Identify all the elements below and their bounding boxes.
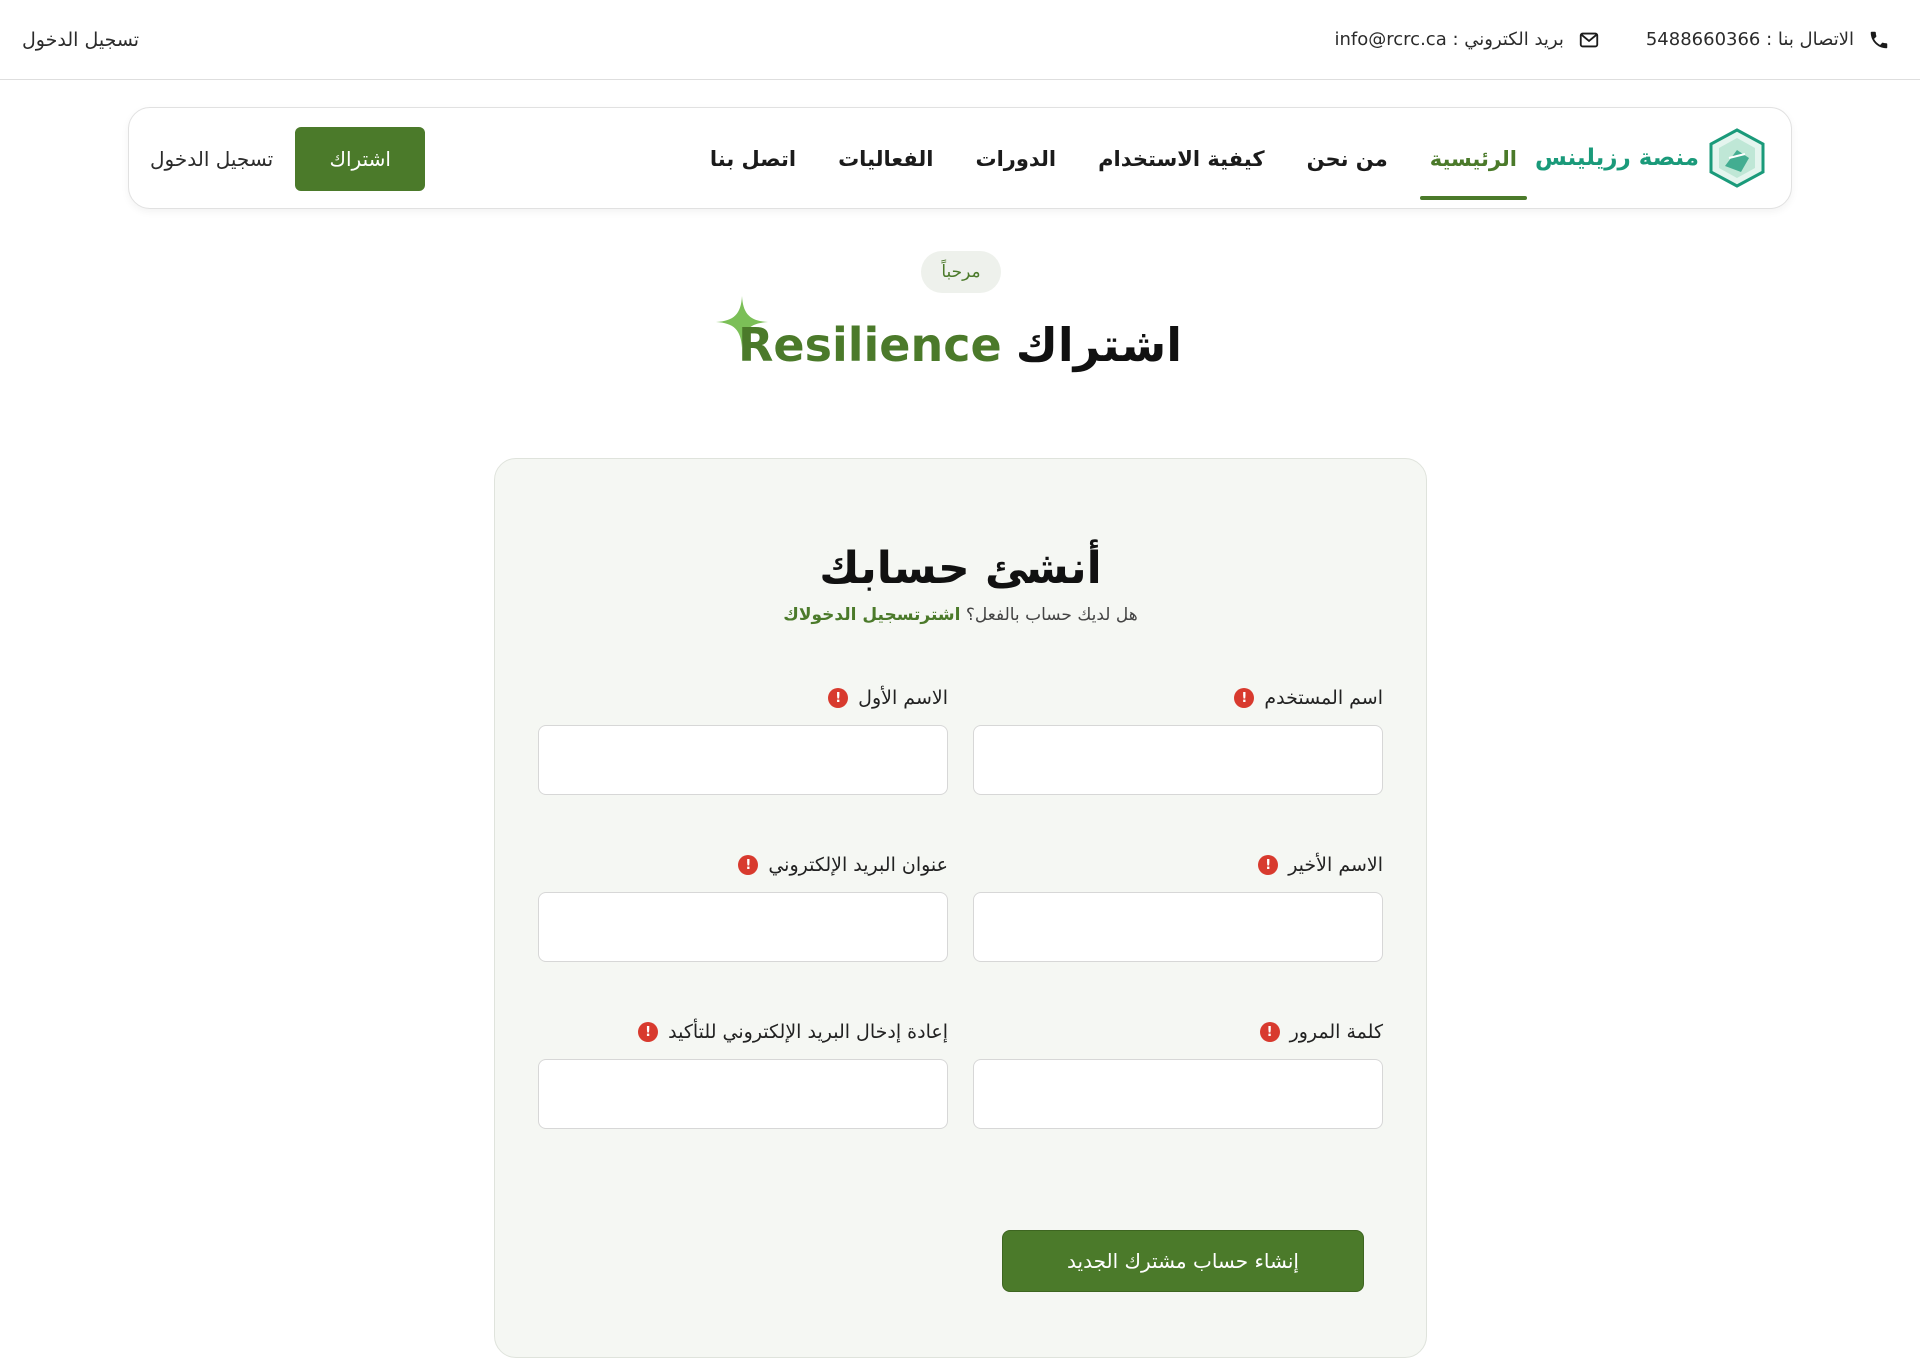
top-login-link[interactable]: تسجيل الدخول bbox=[22, 29, 139, 51]
phone-icon bbox=[1870, 31, 1888, 48]
email-field-group: عنوان البريد الإلكتروني ! bbox=[538, 850, 948, 962]
signup-form-card: أنشئ حسابك هل لديك حساب بالفعل؟ اشترتسجي… bbox=[494, 458, 1427, 1358]
welcome-badge: مرحباً bbox=[921, 251, 1001, 293]
email-contact[interactable]: بريد الكتروني : info@rcrc.ca bbox=[1335, 29, 1600, 51]
required-alert-icon: ! bbox=[1259, 1022, 1280, 1042]
last-name-input[interactable] bbox=[973, 892, 1383, 962]
contact-info: الاتصال بنا : 5488660366 بريد الكتروني :… bbox=[1335, 29, 1890, 51]
email-confirm-label: إعادة إدخال البريد الإلكتروني للتأكيد bbox=[668, 1021, 948, 1043]
last-name-label: الاسم الأخير bbox=[1288, 854, 1383, 876]
first-name-input[interactable] bbox=[538, 725, 948, 795]
logo-text: منصة رزيلينس bbox=[1534, 145, 1699, 171]
email-confirm-field-group: إعادة إدخال البريد الإلكتروني للتأكيد ! bbox=[538, 1017, 948, 1129]
first-name-label: الاسم الأول bbox=[858, 687, 948, 709]
logo-icon bbox=[1709, 128, 1765, 188]
required-alert-icon: ! bbox=[1234, 688, 1255, 708]
password-input[interactable] bbox=[973, 1059, 1383, 1129]
page-title-english: Resilience bbox=[737, 318, 1002, 372]
nav-item-courses[interactable]: الدورات bbox=[965, 108, 1066, 210]
site-logo[interactable]: منصة رزيلينس bbox=[1535, 128, 1769, 188]
form-subtitle: هل لديك حساب بالفعل؟ اشترتسجيل الدخولاك bbox=[495, 605, 1426, 625]
create-account-button[interactable]: إنشاء حساب مشترك الجديد bbox=[1002, 1230, 1364, 1292]
form-title: أنشئ حسابك bbox=[819, 543, 1102, 594]
main-navbar: منصة رزيلينس الرئيسية من نحن كيفية الاست… bbox=[128, 107, 1792, 209]
nav-actions: تسجيل الدخول اشتراك bbox=[150, 127, 426, 191]
login-link[interactable]: اشترتسجيل الدخولاك bbox=[783, 605, 960, 625]
username-field-group: اسم المستخدم ! bbox=[973, 683, 1383, 795]
last-name-field-group: الاسم الأخير ! bbox=[973, 850, 1383, 962]
nav-item-contact[interactable]: اتصل بنا bbox=[700, 108, 806, 210]
username-label: اسم المستخدم bbox=[1264, 687, 1383, 709]
nav-login-link[interactable]: تسجيل الدخول bbox=[150, 147, 273, 171]
required-alert-icon: ! bbox=[828, 688, 849, 708]
nav-item-about[interactable]: من نحن bbox=[1297, 108, 1398, 210]
page-title-arabic: اشتراك bbox=[1015, 318, 1183, 372]
email-text: بريد الكتروني : info@rcrc.ca bbox=[1334, 29, 1564, 50]
password-label: كلمة المرور bbox=[1289, 1021, 1383, 1043]
nav-item-events[interactable]: الفعاليات bbox=[828, 108, 943, 210]
password-field-group: كلمة المرور ! bbox=[973, 1017, 1383, 1129]
phone-text: الاتصال بنا : 5488660366 bbox=[1645, 29, 1854, 50]
email-confirm-input[interactable] bbox=[538, 1059, 948, 1129]
envelope-icon bbox=[1579, 32, 1599, 47]
top-contact-bar: الاتصال بنا : 5488660366 بريد الكتروني :… bbox=[0, 0, 1920, 80]
nav-menu: الرئيسية من نحن كيفية الاستخدام الدورات … bbox=[700, 108, 1528, 210]
phone-contact[interactable]: الاتصال بنا : 5488660366 bbox=[1646, 29, 1890, 51]
page-title: اشتراك Resilience bbox=[700, 310, 1220, 380]
subscribe-button[interactable]: اشتراك bbox=[295, 127, 426, 191]
required-alert-icon: ! bbox=[638, 1022, 659, 1042]
required-alert-icon: ! bbox=[1258, 855, 1279, 875]
username-input[interactable] bbox=[973, 725, 1383, 795]
email-input[interactable] bbox=[538, 892, 948, 962]
required-alert-icon: ! bbox=[738, 855, 759, 875]
nav-item-home[interactable]: الرئيسية bbox=[1419, 108, 1528, 210]
first-name-field-group: الاسم الأول ! bbox=[538, 683, 948, 795]
nav-item-how-to-use[interactable]: كيفية الاستخدام bbox=[1088, 108, 1274, 210]
form-subtitle-text: هل لديك حساب بالفعل؟ bbox=[965, 605, 1138, 625]
email-label: عنوان البريد الإلكتروني bbox=[768, 854, 948, 876]
